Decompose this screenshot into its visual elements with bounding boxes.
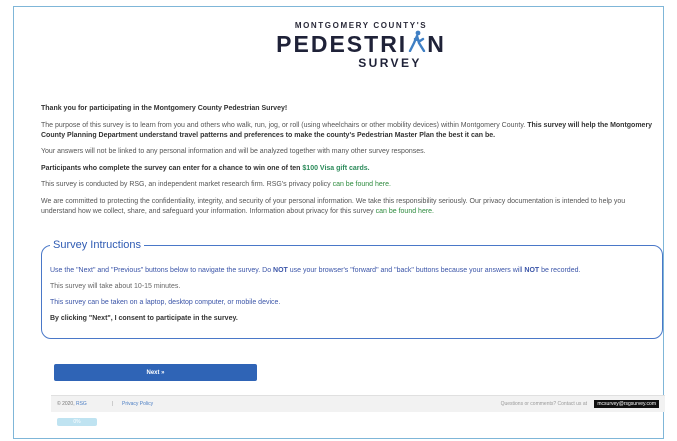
purpose-text-a: The purpose of this survey is to learn f… <box>41 121 526 129</box>
nav-not-1: NOT <box>273 267 288 274</box>
instructions-body: Use the "Next" and "Previous" buttons be… <box>50 266 654 330</box>
incentive-text-a: Participants who complete the survey can… <box>41 164 303 172</box>
logo-line-county: MONTGOMERY COUNTY'S <box>294 21 428 30</box>
rsg-text: This survey is conducted by RSG, an inde… <box>41 180 661 190</box>
rsg-text-a: This survey is conducted by RSG, an inde… <box>41 181 333 188</box>
survey-privacy-link[interactable]: can be found here. <box>376 208 434 215</box>
progress-label: 0% <box>73 419 81 425</box>
contact-email-link[interactable]: mcsurvey@rsgsurvey.com <box>594 400 659 408</box>
devices-text: This survey can be taken on a laptop, de… <box>50 299 281 306</box>
logo-text-n: N <box>427 31 446 57</box>
incentive-text: Participants who complete the survey can… <box>41 164 661 174</box>
intro-section: Thank you for participating in the Montg… <box>41 104 661 223</box>
nav-not-2: NOT <box>524 267 540 274</box>
nav-text-c: be recorded. <box>539 267 581 274</box>
purpose-text: The purpose of this survey is to learn f… <box>41 121 661 141</box>
instructions-title: Survey Intructions <box>53 239 142 251</box>
survey-instructions-box: Survey Intructions Use the "Next" and "P… <box>41 239 663 339</box>
thanks-text: Thank you for participating in the Montg… <box>41 105 288 112</box>
duration-text: This survey will take about 10-15 minute… <box>50 283 181 290</box>
copyright: © 2020, RSG <box>57 396 87 412</box>
walking-person-icon <box>407 30 427 56</box>
pedestrian-master-plan-link[interactable]: Pedestrian Master Plan <box>357 132 434 139</box>
progress-bar: 0% <box>57 418 97 426</box>
rsg-privacy-link[interactable]: can be found here. <box>333 181 391 188</box>
survey-page: MONTGOMERY COUNTY'S PEDESTRI N SURVEY Tha… <box>13 6 665 439</box>
privacy-text: We are committed to protecting the confi… <box>41 197 661 217</box>
gift-cards-link[interactable]: $100 Visa gift cards. <box>302 165 369 172</box>
rsg-link[interactable]: RSG <box>76 401 87 407</box>
footer-separator: | <box>112 401 114 407</box>
navigation-instruction: Use the "Next" and "Previous" buttons be… <box>50 266 654 276</box>
nav-text-a: Use the "Next" and "Previous" buttons be… <box>50 267 274 274</box>
consent-text: By clicking "Next", I consent to partici… <box>50 315 238 322</box>
next-button[interactable]: Next » <box>54 364 257 381</box>
purpose-text-c: the best it can be. <box>434 131 496 139</box>
footer: © 2020, RSG | Privacy Policy Questions o… <box>51 395 665 412</box>
copyright-prefix: © 2020, <box>57 401 76 407</box>
logo-line-survey: SURVEY <box>358 56 422 70</box>
privacy-policy-link[interactable]: Privacy Policy <box>122 396 153 412</box>
nav-text-b: use your browser's "forward" and "back" … <box>287 267 525 274</box>
logo-text-pedestri: PEDESTRI <box>276 31 408 57</box>
anonymity-text: Your answers will not be linked to any p… <box>41 148 426 155</box>
questions-text: Questions or comments? Contact us at <box>500 401 587 407</box>
pedestrian-survey-logo: MONTGOMERY COUNTY'S PEDESTRI N SURVEY <box>266 21 456 81</box>
logo-line-pedestrian: PEDESTRI N <box>266 30 456 56</box>
privacy-text-a: We are committed to protecting the confi… <box>41 197 626 215</box>
